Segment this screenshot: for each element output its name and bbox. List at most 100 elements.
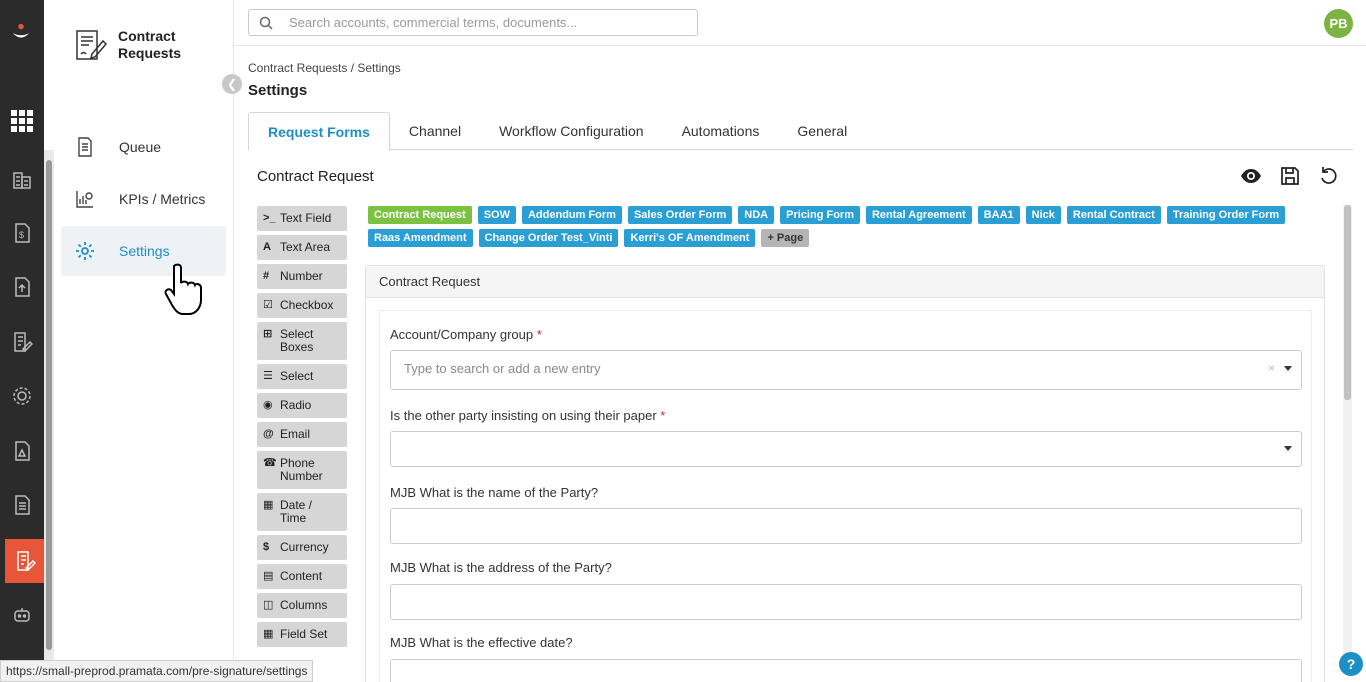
pdf-document-icon[interactable] (7, 436, 37, 466)
content-scrollbar[interactable] (1343, 205, 1352, 665)
form-pill-kerris-of-amendment[interactable]: Kerri's OF Amendment (624, 229, 756, 247)
form-pill-change-order-test-vinti[interactable]: Change Order Test_Vinti (478, 229, 619, 247)
palette-currency[interactable]: $ Currency (257, 535, 347, 560)
palette-text-area[interactable]: A Text Area (257, 235, 347, 260)
form-builder-canvas: Account/Company group * Type to search o… (379, 310, 1312, 682)
tab-workflow-configuration[interactable]: Workflow Configuration (480, 112, 662, 150)
columns-icon: ◫ (263, 599, 274, 611)
form-pill-sales-order-form[interactable]: Sales Order Form (627, 206, 733, 224)
pramata-logo-icon[interactable] (10, 22, 34, 46)
form-pill-contract-request[interactable]: Contract Request (368, 206, 472, 224)
search-input[interactable] (289, 15, 689, 30)
component-palette: >_ Text Field A Text Area # Number ☑ Checkbo… (257, 206, 347, 651)
form-pill-pricing-form[interactable]: Pricing Form (780, 206, 860, 224)
contract-dollar-icon[interactable]: $ (7, 218, 37, 248)
global-search[interactable] (248, 9, 698, 36)
form-actions (1240, 165, 1340, 187)
gear-icon (76, 242, 94, 260)
font-icon: A (263, 241, 271, 253)
palette-checkbox[interactable]: ☑ Checkbox (257, 293, 347, 318)
settings-cog-icon[interactable] (7, 381, 37, 411)
page-title: Settings (248, 82, 308, 99)
required-mark: * (660, 408, 666, 423)
form-page-tabs: Contract Request SOW Addendum Form Sales… (368, 206, 1328, 247)
chevron-left-icon: ❮ (226, 77, 238, 91)
html-icon: ▤ (263, 570, 274, 582)
palette-radio[interactable]: ◉ Radio (257, 393, 347, 418)
palette-text-field[interactable]: >_ Text Field (257, 206, 347, 231)
preview-eye-icon[interactable] (1240, 165, 1262, 187)
palette-columns[interactable]: ◫ Columns (257, 593, 347, 618)
palette-email[interactable]: @ Email (257, 422, 347, 447)
tab-general[interactable]: General (778, 112, 866, 150)
palette-content[interactable]: ▤ Content (257, 564, 347, 589)
list-document-icon[interactable] (7, 490, 37, 520)
card-title: Contract Request (366, 266, 1324, 298)
search-icon (259, 16, 273, 30)
form-pill-rental-contract[interactable]: Rental Contract (1066, 206, 1161, 224)
upload-icon[interactable] (7, 272, 37, 302)
party-name-input[interactable] (390, 508, 1302, 544)
top-bar: PB (234, 0, 1366, 46)
form-pill-nick[interactable]: Nick (1025, 206, 1061, 224)
field-label: MJB What is the effective date? (390, 635, 573, 650)
sidebar-item-kpis-metrics[interactable]: KPIs / Metrics (61, 174, 226, 224)
chart-icon (76, 191, 93, 208)
collapse-sidebar-button[interactable]: ❮ (222, 74, 242, 94)
contract-requests-icon[interactable] (5, 539, 44, 583)
tab-automations[interactable]: Automations (663, 112, 779, 150)
tab-channel[interactable]: Channel (390, 112, 480, 150)
palette-number[interactable]: # Number (257, 264, 347, 289)
phone-icon: ☎ (263, 457, 277, 469)
building-icon[interactable] (7, 164, 37, 194)
other-party-paper-select[interactable] (390, 431, 1302, 467)
account-company-group-select[interactable]: Type to search or add a new entry × (390, 350, 1302, 390)
effective-date-input[interactable] (390, 659, 1302, 682)
form-pill-rental-agreement[interactable]: Rental Agreement (865, 206, 972, 224)
field-label: MJB What is the address of the Party? (390, 560, 612, 575)
sidebar-header: Contract Requests (74, 28, 198, 62)
breadcrumb[interactable]: Contract Requests / Settings (248, 61, 401, 75)
user-avatar[interactable]: PB (1324, 9, 1353, 38)
form-pill-baa1[interactable]: BAA1 (977, 206, 1020, 224)
form-pill-training-order-form[interactable]: Training Order Form (1166, 206, 1286, 224)
rail-scroll-thumb[interactable] (46, 160, 52, 650)
rail-scrollbar[interactable] (44, 150, 54, 660)
palette-select[interactable]: ☰ Select (257, 364, 347, 389)
form-pill-raas-amendment[interactable]: Raas Amendment (368, 229, 473, 247)
content-scroll-thumb[interactable] (1344, 205, 1351, 400)
document-icon (78, 137, 92, 157)
caret-down-icon[interactable] (1284, 446, 1292, 451)
save-icon[interactable] (1279, 165, 1301, 187)
sidebar-item-queue[interactable]: Queue (61, 122, 226, 172)
palette-field-set[interactable]: ▦ Field Set (257, 622, 347, 647)
sidebar-item-label: Queue (119, 139, 162, 155)
terminal-icon: >_ (263, 212, 276, 224)
bot-icon[interactable] (7, 600, 37, 630)
at-icon: @ (263, 428, 274, 440)
form-pill-nda[interactable]: NDA (738, 206, 775, 224)
calendar-icon: ▦ (263, 499, 274, 511)
hand-cursor-icon (164, 263, 202, 315)
status-bar-url: https://small-preprod.pramata.com/pre-si… (0, 660, 314, 682)
tab-request-forms[interactable]: Request Forms (248, 112, 390, 151)
apps-grid-icon[interactable] (7, 106, 37, 136)
help-button[interactable]: ? (1339, 652, 1363, 676)
palette-phone-number[interactable]: ☎ Phone Number (257, 451, 347, 489)
clear-icon[interactable]: × (1268, 361, 1275, 375)
palette-date-time[interactable]: ▦ Date / Time (257, 493, 347, 531)
checkbox-icon: ☑ (263, 299, 273, 311)
form-pill-addendum-form[interactable]: Addendum Form (521, 206, 622, 224)
palette-select-boxes[interactable]: ⊞ Select Boxes (257, 322, 347, 360)
edit-document-icon[interactable] (7, 327, 37, 357)
section-title: Contract Request (257, 168, 374, 185)
reset-icon[interactable] (1318, 165, 1340, 187)
select-placeholder: Type to search or add a new entry (404, 361, 601, 376)
form-pill-sow[interactable]: SOW (477, 206, 516, 224)
contract-requests-logo-icon (76, 30, 108, 60)
app-rail: $ (0, 0, 44, 682)
svg-text:$: $ (19, 230, 24, 240)
add-page-button[interactable]: + Page (761, 229, 810, 247)
party-address-input[interactable] (390, 584, 1302, 620)
caret-down-icon[interactable] (1284, 366, 1292, 371)
